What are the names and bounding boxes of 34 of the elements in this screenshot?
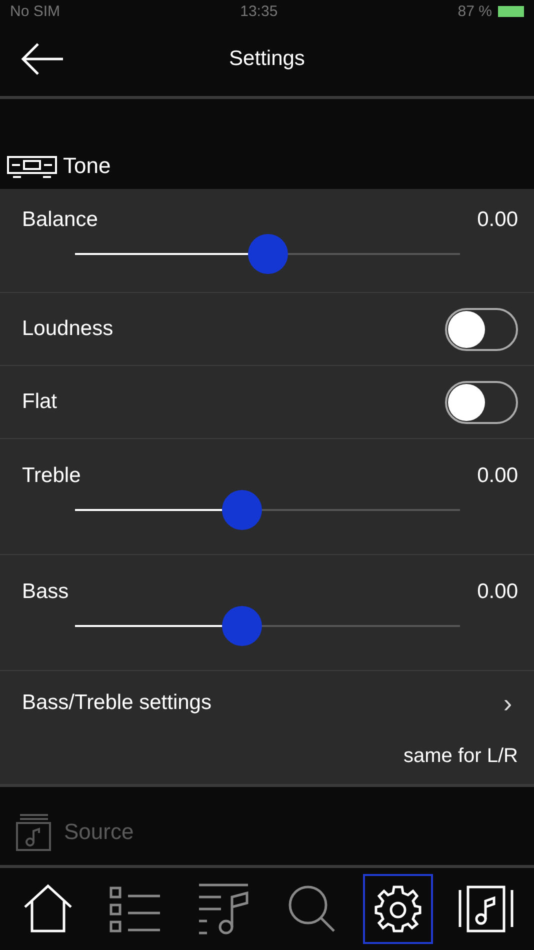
setting-value: 0.00 [477, 464, 518, 488]
album-music-icon [458, 885, 514, 933]
chevron-icon: › [503, 688, 512, 718]
tab-button[interactable] [363, 874, 434, 944]
carrier-text: No SIM [10, 2, 60, 20]
toggle-switch[interactable] [445, 380, 518, 424]
setting-label: Bass [22, 580, 69, 604]
setting-label: Balance [22, 208, 98, 232]
setting-value: same for L/R [404, 744, 518, 768]
battery-icon [498, 6, 524, 16]
slider-track[interactable] [75, 234, 460, 274]
slider-track[interactable] [75, 490, 460, 530]
setting-label: Treble [22, 464, 81, 488]
music-album-icon [16, 813, 52, 851]
settings-icon [374, 885, 422, 933]
section-title: Tone [63, 153, 111, 179]
slider-thumb[interactable] [222, 606, 262, 646]
toggle-switch[interactable] [445, 308, 518, 350]
home-icon [22, 883, 74, 935]
screen-title: Settings [228, 47, 306, 71]
setting-label[interactable]: Bass/Treble settings [22, 691, 212, 715]
battery-percent: 87 % [458, 2, 492, 20]
clock-text: 13:35 [240, 2, 278, 20]
setting-label: Flat [22, 390, 58, 414]
section-title: Source [64, 819, 134, 845]
setting-label: Loudness [22, 317, 114, 341]
slider-thumb[interactable] [248, 234, 288, 274]
music-list-icon [197, 883, 250, 935]
amplifier-icon [7, 155, 57, 179]
setting-value: 0.00 [477, 208, 518, 232]
slider-thumb[interactable] [222, 490, 262, 530]
list-icon [109, 885, 162, 933]
slider-track[interactable] [75, 606, 460, 646]
setting-value: 0.00 [477, 580, 518, 604]
